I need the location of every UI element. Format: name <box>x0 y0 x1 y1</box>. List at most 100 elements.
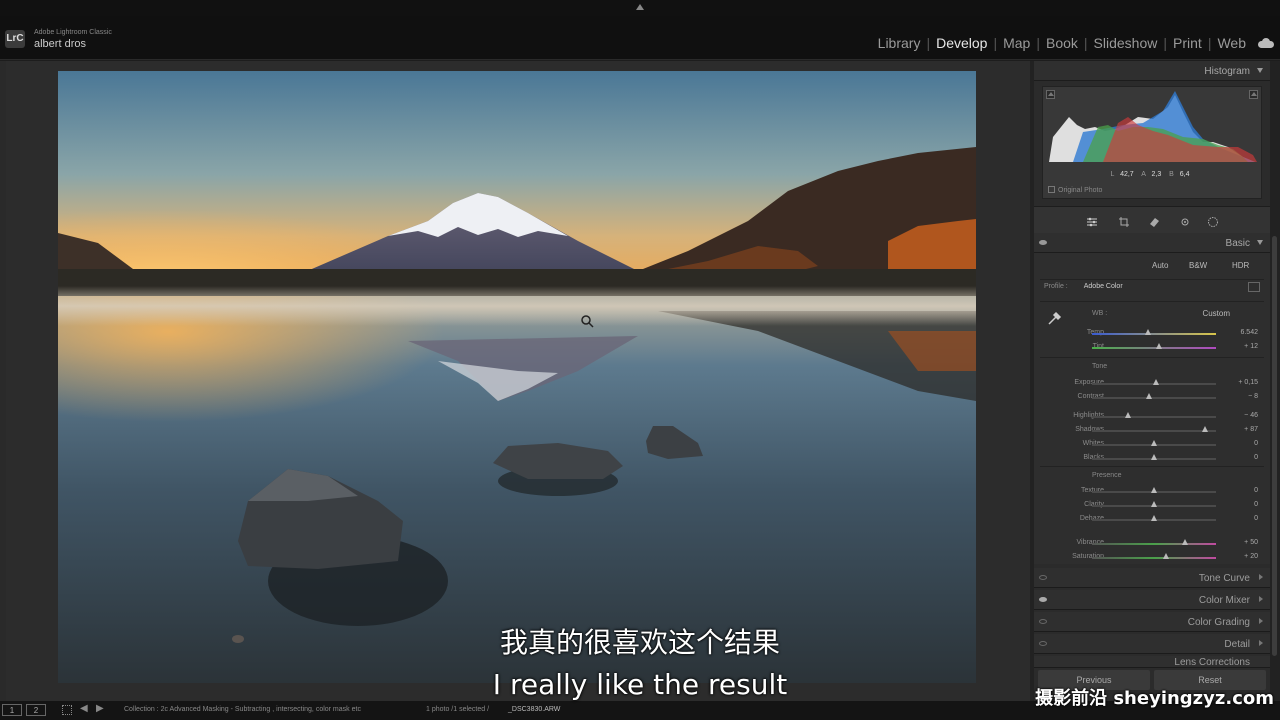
slider-value[interactable]: 0 <box>1254 501 1258 508</box>
module-book[interactable]: Book <box>1040 35 1084 51</box>
slider-knob[interactable] <box>1163 553 1170 559</box>
bw-button[interactable]: B&W <box>1185 260 1211 271</box>
slider-knob[interactable] <box>1182 539 1188 545</box>
eye-icon[interactable] <box>1039 575 1047 580</box>
slider-knob[interactable] <box>1151 454 1157 460</box>
slider-highlights[interactable]: Highlights − 46 <box>1034 410 1270 423</box>
slider-shadows[interactable]: Shadows + 87 <box>1034 424 1270 437</box>
selection-count: 1 photo /1 selected / <box>426 706 490 713</box>
color-mixer-panel[interactable]: Color Mixer <box>1034 590 1270 610</box>
lab-l-value: 42,7 <box>1120 171 1134 178</box>
profile-label: Profile : <box>1044 283 1068 290</box>
histogram-header[interactable]: Histogram <box>1034 61 1270 81</box>
slider-value[interactable]: 0 <box>1254 454 1258 461</box>
histogram-graph <box>1049 91 1257 162</box>
module-map[interactable]: Map <box>997 35 1036 51</box>
module-web[interactable]: Web <box>1211 35 1252 51</box>
module-develop[interactable]: Develop <box>930 35 993 51</box>
slider-knob[interactable] <box>1151 440 1157 446</box>
right-panel-scrollbar[interactable] <box>1270 61 1280 701</box>
tone-curve-panel[interactable]: Tone Curve <box>1034 568 1270 588</box>
basic-panel-title: Basic <box>1225 238 1250 249</box>
original-photo-toggle[interactable]: Original Photo <box>1048 186 1102 194</box>
user-name: albert dros <box>34 38 86 50</box>
slider-exposure[interactable]: Exposure + 0,15 <box>1034 377 1270 390</box>
back-arrow-icon[interactable]: ◀ <box>80 703 88 714</box>
selected-filename[interactable]: _DSC3830.ARW <box>508 706 560 713</box>
slider-value[interactable]: 6.542 <box>1240 329 1258 336</box>
slider-tint[interactable]: Tint + 12 <box>1034 341 1270 354</box>
basic-panel-header[interactable]: Basic <box>1034 233 1270 253</box>
profile-selector[interactable]: Profile : Adobe Color <box>1044 283 1123 290</box>
wb-value[interactable]: Custom <box>1202 309 1230 318</box>
red-eye-icon[interactable] <box>1179 215 1191 227</box>
slider-knob[interactable] <box>1151 515 1157 521</box>
subtitle-chinese: 我真的很喜欢这个结果 <box>499 626 780 659</box>
cloud-icon[interactable] <box>1258 38 1274 48</box>
grid-view-icon[interactable] <box>62 705 72 715</box>
slider-value[interactable]: 0 <box>1254 440 1258 447</box>
slider-knob[interactable] <box>1151 487 1157 493</box>
collection-path[interactable]: Collection : 2c Advanced Masking - Subtr… <box>124 706 361 713</box>
slider-value[interactable]: − 8 <box>1248 393 1258 400</box>
slider-value[interactable]: + 0,15 <box>1238 379 1258 386</box>
identity-plate: LrC Adobe Lightroom Classic albert dros … <box>0 16 1280 60</box>
profile-browser-grid-icon[interactable] <box>1248 282 1260 292</box>
eye-icon[interactable] <box>1039 240 1047 245</box>
lab-a-value: 2,3 <box>1151 171 1162 178</box>
tool-strip <box>1034 206 1270 234</box>
slider-value[interactable]: + 87 <box>1244 426 1258 433</box>
slider-value[interactable]: 0 <box>1254 487 1258 494</box>
eye-icon[interactable] <box>1039 597 1047 602</box>
slider-clarity[interactable]: Clarity 0 <box>1034 499 1270 512</box>
slider-vibrance[interactable]: Vibrance + 50 <box>1034 537 1270 550</box>
healing-eraser-icon[interactable] <box>1148 215 1160 227</box>
slider-value[interactable]: 0 <box>1254 515 1258 522</box>
slider-knob[interactable] <box>1151 501 1157 507</box>
checkbox-icon[interactable] <box>1048 186 1055 193</box>
histogram-readout: L 42,7 A 2,3 B 6,4 <box>1110 171 1190 178</box>
photo-preview[interactable] <box>58 71 976 683</box>
monitor-1-button[interactable]: 1 <box>2 704 22 716</box>
slider-knob[interactable] <box>1201 426 1208 432</box>
module-print[interactable]: Print <box>1167 35 1208 51</box>
eyedropper-icon[interactable] <box>1046 309 1064 327</box>
slider-knob[interactable] <box>1124 412 1131 418</box>
slider-knob[interactable] <box>1155 343 1162 349</box>
slider-knob[interactable] <box>1144 329 1151 335</box>
slider-dehaze[interactable]: Dehaze 0 <box>1034 513 1270 526</box>
triangle-up-icon[interactable] <box>636 4 644 10</box>
slider-contrast[interactable]: Contrast − 8 <box>1034 391 1270 404</box>
scrollbar-thumb[interactable] <box>1272 236 1277 656</box>
forward-arrow-icon[interactable]: ▶ <box>96 703 104 714</box>
module-library[interactable]: Library <box>872 35 927 51</box>
slider-knob[interactable] <box>1146 393 1153 399</box>
basic-panel-body: Auto B&W HDR Profile : Adobe Color WB : C… <box>1034 253 1270 564</box>
slider-blacks[interactable]: Blacks 0 <box>1034 452 1270 465</box>
landscape-photo <box>58 71 976 683</box>
collapse-triangle-icon[interactable] <box>1257 68 1263 73</box>
slider-temp[interactable]: Temp 6.542 <box>1034 327 1270 340</box>
histogram[interactable]: L 42,7 A 2,3 B 6,4 Original Photo <box>1042 86 1262 199</box>
slider-whites[interactable]: Whites 0 <box>1034 438 1270 451</box>
slider-value[interactable]: + 50 <box>1244 539 1258 546</box>
expand-triangle-icon[interactable] <box>1259 596 1263 602</box>
slider-saturation[interactable]: Saturation + 20 <box>1034 551 1270 564</box>
slider-texture[interactable]: Texture 0 <box>1034 485 1270 498</box>
masking-icon[interactable] <box>1207 215 1219 227</box>
edit-sliders-icon[interactable] <box>1086 215 1098 227</box>
slider-value[interactable]: − 46 <box>1244 412 1258 419</box>
slider-value[interactable]: + 12 <box>1244 343 1258 350</box>
top-panel-toggle[interactable] <box>0 0 1280 16</box>
module-picker: Library | Develop | Map | Book | Slideshow | … <box>872 35 1274 51</box>
slider-value[interactable]: + 20 <box>1244 553 1258 560</box>
expand-triangle-icon[interactable] <box>1259 574 1263 580</box>
monitor-2-button[interactable]: 2 <box>26 704 46 716</box>
profile-value[interactable]: Adobe Color <box>1084 283 1123 290</box>
slider-knob[interactable] <box>1153 379 1160 385</box>
hdr-button[interactable]: HDR <box>1228 260 1253 271</box>
module-slideshow[interactable]: Slideshow <box>1088 35 1164 51</box>
auto-button[interactable]: Auto <box>1148 260 1172 271</box>
collapse-triangle-icon[interactable] <box>1257 240 1263 245</box>
crop-icon[interactable] <box>1118 215 1130 227</box>
